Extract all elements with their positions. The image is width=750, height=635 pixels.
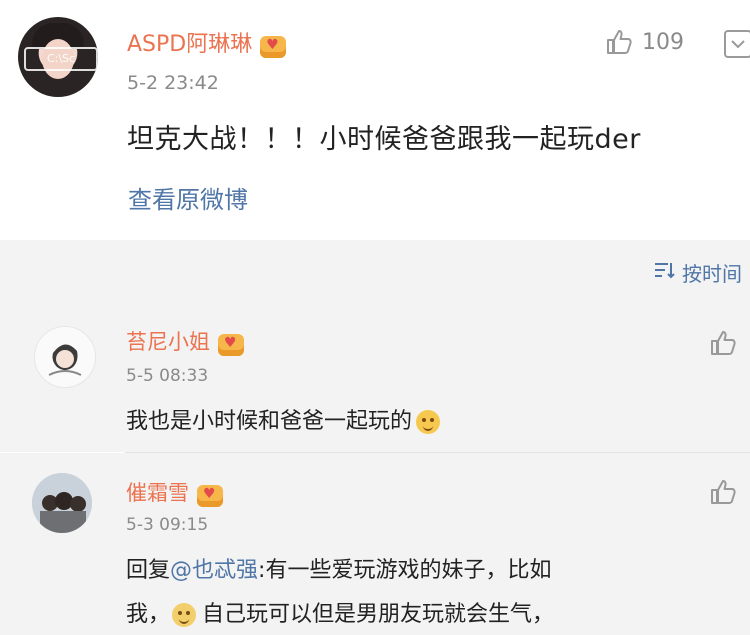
smiley-emoji-icon: [416, 410, 441, 434]
commenter-avatar[interactable]: [34, 326, 96, 388]
comment-text: 自己玩可以但是男朋友玩就会生气，: [202, 602, 555, 627]
comment-text: :有一些爱玩游戏的妹子，比如: [258, 558, 552, 583]
comment-text-row: 我也是小时候和爸爸一起玩的: [126, 403, 441, 435]
sort-label: 按时间: [682, 262, 742, 286]
comments-header: [0, 240, 750, 302]
comment-username[interactable]: 苔尼小姐: [126, 330, 210, 354]
post-username[interactable]: ASPD阿琳琳: [127, 32, 252, 57]
reply-prefix: 回复: [126, 558, 171, 583]
comment-text: 我，: [126, 602, 171, 627]
post-author-row: ASPD阿琳琳: [127, 26, 287, 58]
mention-link[interactable]: @也忒强: [170, 558, 258, 583]
comment-username[interactable]: 催霜雪: [126, 481, 189, 505]
vip-crown-icon: [197, 484, 223, 507]
post-like-count: 109: [642, 29, 684, 55]
comment-like-button[interactable]: [708, 328, 738, 362]
post-like-button[interactable]: 109: [604, 27, 684, 57]
vip-crown-icon: [218, 333, 244, 356]
post-text: 坦克大战！！！小时候爸爸跟我一起玩der: [127, 124, 641, 155]
main-post: C:\Sc ASPD阿琳琳 5-2 23:42 109 坦克大战！！！小时候爸爸…: [0, 0, 750, 240]
post-time: 5-2 23:42: [127, 72, 219, 94]
view-original-link[interactable]: 查看原微博: [128, 180, 248, 215]
smiley-emoji-icon: [172, 603, 197, 627]
comment-item: 催霜雪 5-3 09:15 回复@也忒强:有一些爱玩游戏的妹子，比如 我， 自己玩…: [0, 453, 750, 635]
sort-icon: [652, 260, 676, 285]
thumbs-up-icon: [708, 480, 738, 511]
commenter-avatar[interactable]: [32, 473, 92, 533]
comment-time: 5-5 08:33: [126, 366, 209, 386]
comment-text-line: 回复@也忒强:有一些爱玩游戏的妹子，比如: [126, 552, 551, 584]
comment-author-row: 催霜雪: [126, 477, 223, 507]
comment-like-button[interactable]: [708, 477, 738, 511]
comment-text: 我也是小时候和爸爸一起玩的: [126, 409, 413, 434]
comment-item: 苔尼小姐 5-5 08:33 我也是小时候和爸爸一起玩的: [0, 302, 750, 452]
comment-author-row: 苔尼小姐: [126, 326, 244, 356]
thumbs-up-icon: [604, 27, 634, 57]
thumbs-up-icon: [708, 331, 738, 362]
sort-by-time-button[interactable]: 按时间: [652, 258, 742, 287]
avatar-watermark: C:\Sc: [24, 47, 98, 71]
vip-crown-icon: [260, 35, 287, 58]
comment-time: 5-3 09:15: [126, 515, 209, 535]
comment-text-line: 我， 自己玩可以但是男朋友玩就会生气，: [126, 596, 554, 628]
chevron-down-icon[interactable]: [724, 30, 750, 62]
user-avatar[interactable]: C:\Sc: [18, 17, 98, 97]
